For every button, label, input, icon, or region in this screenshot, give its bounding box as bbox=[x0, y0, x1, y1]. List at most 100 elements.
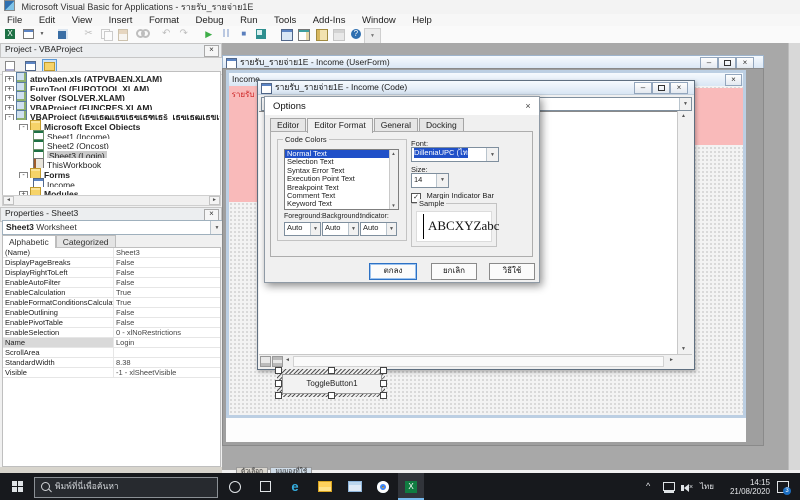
expander-icon[interactable]: - bbox=[19, 123, 28, 130]
resize-handle[interactable] bbox=[380, 367, 387, 374]
combo-arrow-icon[interactable]: ▼ bbox=[348, 223, 358, 235]
scroll-up-icon[interactable]: ▲ bbox=[390, 150, 397, 157]
tree-item-sheet2[interactable]: Sheet2 (Oncost) bbox=[3, 139, 220, 149]
code-vscrollbar[interactable]: ▲ ▼ bbox=[677, 111, 693, 354]
property-row[interactable]: ScrollArea bbox=[3, 348, 220, 358]
code-window-titlebar[interactable]: รายรับ_รายจ่าย1E - Income (Code) – × bbox=[258, 81, 694, 95]
resize-handle[interactable] bbox=[380, 380, 387, 387]
find-icon[interactable] bbox=[134, 27, 150, 41]
tab-editor[interactable]: Editor bbox=[270, 118, 307, 132]
resize-handle[interactable] bbox=[275, 392, 282, 399]
code-colors-list[interactable]: Normal Text Selection Text Syntax Error … bbox=[284, 149, 399, 210]
options-close-icon[interactable]: × bbox=[521, 100, 535, 112]
tree-item-sheet3[interactable]: Sheet3 (Login) bbox=[3, 148, 220, 159]
chrome-button[interactable] bbox=[370, 473, 396, 500]
excel-taskbar-button[interactable]: X bbox=[398, 473, 424, 500]
resize-handle[interactable] bbox=[328, 367, 335, 374]
expander-icon[interactable]: - bbox=[19, 171, 28, 178]
help-button[interactable]: วิธีใช้ bbox=[489, 263, 535, 280]
form-close-button[interactable]: × bbox=[725, 74, 742, 86]
togglebutton-selection-frame[interactable]: ToggleButton1 bbox=[275, 367, 387, 399]
tab-docking[interactable]: Docking bbox=[418, 118, 464, 132]
project-panel-close-icon[interactable]: × bbox=[204, 45, 219, 57]
object-selector-combo[interactable]: Sheet3 Worksheet ▼ bbox=[2, 220, 224, 235]
scroll-down-icon[interactable]: ▼ bbox=[681, 346, 686, 352]
expander-icon[interactable]: + bbox=[5, 76, 14, 82]
property-row[interactable]: DisplayPageBreaks False bbox=[3, 258, 220, 268]
property-row[interactable]: EnableAutoFilter False bbox=[3, 278, 220, 288]
resize-handle[interactable] bbox=[275, 380, 282, 387]
redo-icon[interactable]: ↷ bbox=[176, 27, 191, 41]
list-item-keyword-text[interactable]: Keyword Text bbox=[285, 199, 398, 208]
property-row[interactable]: StandardWidth 8.38 bbox=[3, 358, 220, 368]
ok-button[interactable]: ตกลง bbox=[369, 263, 417, 280]
full-module-view-icon[interactable] bbox=[272, 356, 283, 367]
list-scrollbar[interactable]: ▲ ▼ bbox=[389, 150, 398, 209]
code-hscrollbar[interactable] bbox=[293, 356, 664, 367]
project-explorer-icon[interactable] bbox=[279, 27, 294, 41]
property-row[interactable]: EnableFormatConditionsCalculation True bbox=[3, 298, 220, 308]
reset-icon[interactable]: ■ bbox=[236, 27, 251, 41]
tree-item-thisworkbook[interactable]: ThisWorkbook bbox=[3, 158, 220, 168]
size-combo[interactable]: 14 ▼ bbox=[411, 173, 449, 188]
cortana-button[interactable] bbox=[222, 473, 248, 500]
scroll-left-icon[interactable]: ◄ bbox=[285, 357, 290, 363]
scroll-up-icon[interactable]: ▲ bbox=[681, 113, 686, 119]
tree-item-income-form[interactable]: Income bbox=[3, 177, 220, 188]
property-row[interactable]: EnablePivotTable False bbox=[3, 318, 220, 328]
tree-item-funcres[interactable]: + VBAProject (FUNCRES.XLAM) bbox=[3, 100, 220, 111]
clock-time[interactable]: 14:15 bbox=[722, 478, 770, 487]
resize-handle[interactable] bbox=[275, 367, 282, 374]
start-button[interactable] bbox=[4, 473, 30, 500]
clock-date[interactable]: 21/08/2020 bbox=[722, 487, 770, 496]
tray-chevron-icon[interactable]: ^ bbox=[646, 482, 650, 491]
combo-arrow-icon[interactable]: ▼ bbox=[386, 223, 396, 235]
project-tree-hscrollbar[interactable]: ◄ ► bbox=[2, 195, 221, 206]
property-row[interactable]: DisplayRightToLeft False bbox=[3, 268, 220, 278]
excel-icon[interactable]: X bbox=[3, 27, 18, 41]
combo-arrow-icon[interactable]: ▼ bbox=[679, 98, 691, 110]
property-row[interactable]: (Name) Sheet3 bbox=[3, 248, 220, 258]
toolbar-overflow-icon[interactable]: ▼ bbox=[364, 28, 381, 44]
tab-editor-format[interactable]: Editor Format bbox=[307, 118, 373, 133]
expander-icon[interactable]: + bbox=[5, 95, 14, 101]
resize-handle[interactable] bbox=[380, 392, 387, 399]
mail-button[interactable] bbox=[342, 473, 368, 500]
tree-item-sheet1[interactable]: Sheet1 (Income) bbox=[3, 129, 220, 140]
procedure-view-icon[interactable] bbox=[260, 356, 271, 367]
expander-icon[interactable]: - bbox=[5, 114, 14, 120]
foreground-combo[interactable]: Auto ▼ bbox=[284, 222, 321, 236]
save-icon[interactable] bbox=[56, 27, 71, 41]
toolbox-icon[interactable] bbox=[331, 27, 346, 41]
combo-arrow-icon[interactable]: ▼ bbox=[310, 223, 320, 235]
tree-item-eurotool[interactable]: + EuroTool (EUROTOOL.XLAM) bbox=[3, 81, 220, 92]
property-row[interactable]: EnableSelection 0 - xlNoRestrictions bbox=[3, 328, 220, 338]
scroll-left-icon[interactable]: ◄ bbox=[3, 196, 14, 205]
background-combo[interactable]: Auto ▼ bbox=[322, 222, 359, 236]
design-mode-icon[interactable] bbox=[254, 27, 269, 41]
undo-icon[interactable]: ↶ bbox=[159, 27, 174, 41]
action-center-icon[interactable]: 3 bbox=[777, 481, 791, 495]
code-close-button[interactable]: × bbox=[670, 82, 688, 94]
scroll-down-icon[interactable]: ▼ bbox=[390, 202, 397, 209]
insert-dropdown-icon[interactable]: ▼ bbox=[38, 27, 46, 41]
property-row[interactable]: Visible -1 - xlSheetVisible bbox=[3, 368, 220, 378]
indicator-combo[interactable]: Auto ▼ bbox=[360, 222, 397, 236]
tab-general[interactable]: General bbox=[373, 118, 418, 132]
file-explorer-button[interactable] bbox=[312, 473, 338, 500]
cancel-button[interactable]: ยกเลิก bbox=[431, 263, 477, 280]
property-row[interactable]: EnableCalculation True bbox=[3, 288, 220, 298]
cut-icon[interactable]: ✂ bbox=[81, 27, 96, 41]
code-minimize-button[interactable]: – bbox=[634, 82, 652, 94]
task-view-button[interactable] bbox=[252, 473, 278, 500]
font-combo[interactable]: DilleniaUPC (ไท ▼ bbox=[411, 147, 499, 162]
tree-item-forms[interactable]: - Forms bbox=[3, 167, 220, 178]
code-restore-button[interactable] bbox=[652, 82, 670, 94]
scroll-right-icon[interactable]: ► bbox=[209, 196, 220, 205]
togglebutton-control[interactable]: ToggleButton1 bbox=[282, 374, 382, 394]
tree-item-atpvbaen[interactable]: + atpvbaen.xls (ATPVBAEN.XLAM) bbox=[3, 72, 220, 82]
language-indicator[interactable]: ไทย bbox=[700, 482, 714, 491]
copy-icon[interactable] bbox=[99, 27, 114, 41]
taskbar-search-box[interactable]: พิมพ์ที่นี่เพื่อค้นหา bbox=[34, 477, 218, 498]
edge-button[interactable]: e bbox=[282, 473, 308, 500]
